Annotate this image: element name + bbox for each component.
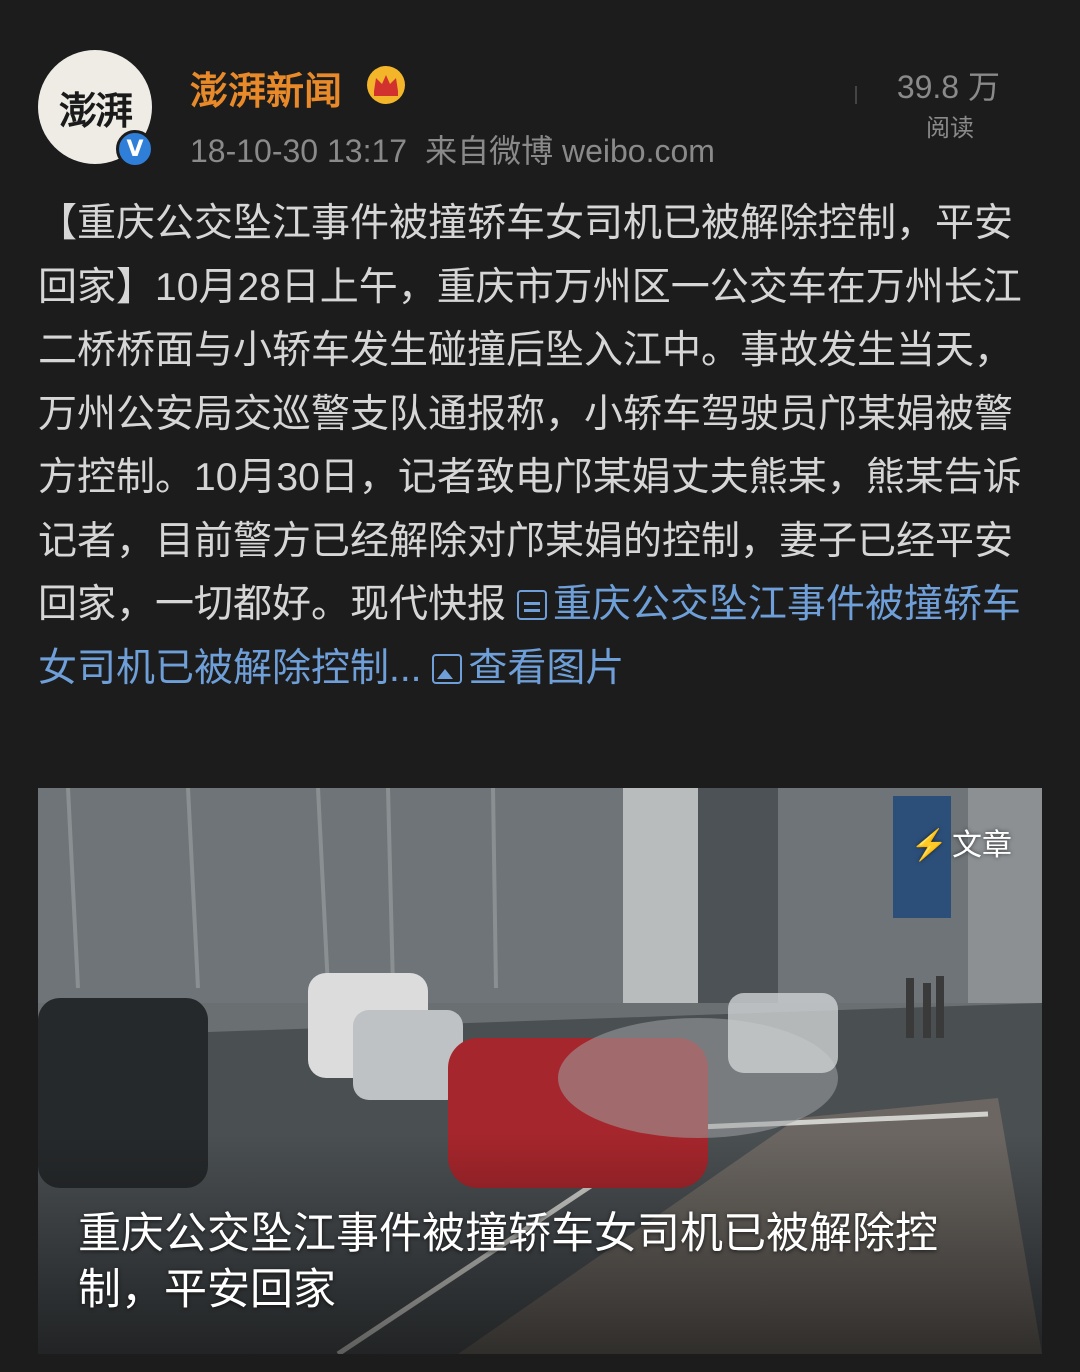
reads-label: 阅读 <box>926 115 974 142</box>
post-source[interactable]: 来自微博 weibo.com <box>425 133 715 169</box>
post-body: 【重庆公交坠江事件被撞轿车女司机已被解除控制，平安回家】10月28日上午，重庆市… <box>38 192 1028 700</box>
article-icon <box>516 590 547 620</box>
article-badge-label: 文章 <box>952 829 1012 862</box>
crown-icon <box>367 66 405 104</box>
post-timestamp: 18-10-30 13:17 <box>190 133 408 169</box>
article-card-title: 重庆公交坠江事件被撞轿车女司机已被解除控制，平安回家 <box>78 1210 938 1314</box>
image-icon <box>432 653 463 684</box>
post-text: 【重庆公交坠江事件被撞轿车女司机已被解除控制，平安回家】10月28日上午，重庆市… <box>38 202 1022 626</box>
article-badge: ⚡ 文章 <box>911 820 1012 864</box>
reads-count: 39.8 万 <box>896 69 1000 105</box>
read-stats: 39.8 万 阅读 <box>860 62 1000 143</box>
account-name[interactable]: 澎湃新闻 <box>190 60 342 115</box>
view-images-link[interactable]: 查看图片 <box>432 647 624 690</box>
post-meta: 18-10-30 13:17 来自微博 weibo.com <box>190 126 715 172</box>
verified-badge: V <box>116 130 154 168</box>
avatar-logo-text: 澎湃 <box>58 87 133 133</box>
view-images-label: 查看图片 <box>468 646 625 690</box>
lightning-icon: ⚡ <box>910 829 948 862</box>
article-card-image[interactable]: ⚡ 文章 重庆公交坠江事件被撞轿车女司机已被解除控制，平安回家 <box>38 788 1042 1354</box>
divider <box>855 86 857 104</box>
